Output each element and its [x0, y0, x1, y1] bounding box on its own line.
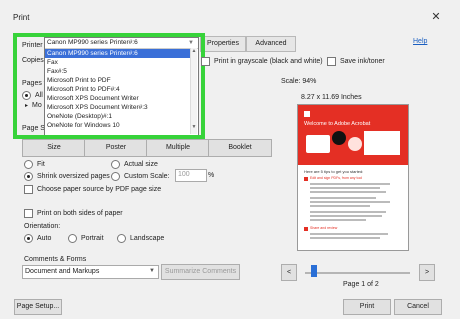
poster-button[interactable]: Poster — [84, 139, 148, 157]
page-size-label: 8.27 x 11.69 Inches — [301, 94, 362, 101]
save-ink-checkbox[interactable] — [327, 57, 336, 66]
preview-text-line — [310, 197, 376, 199]
next-page-button[interactable]: > — [419, 264, 435, 281]
custom-scale-radio[interactable] — [111, 172, 120, 181]
page-preview: Welcome to Adobe Acrobat Here are 5 tips… — [298, 105, 408, 250]
auto-radio[interactable] — [24, 234, 33, 243]
highlight-box — [13, 33, 205, 139]
landscape-option[interactable]: Landscape — [117, 234, 164, 243]
preview-text-line — [310, 215, 382, 217]
page-slider-track[interactable] — [305, 272, 410, 274]
tab-advanced[interactable]: Advanced — [246, 36, 296, 52]
both-sides-checkbox[interactable] — [24, 209, 33, 218]
preview-bullet — [304, 227, 308, 231]
shrink-radio[interactable] — [24, 172, 33, 181]
preview-tip: Edit and sign PDFs, from any tool — [310, 176, 363, 180]
save-ink-option[interactable]: Save ink/toner — [327, 57, 385, 66]
close-icon[interactable]: ✕ — [429, 10, 443, 24]
fit-option[interactable]: Fit — [24, 160, 45, 169]
preview-text-line — [310, 233, 388, 235]
preview-text-line — [310, 201, 390, 203]
page-setup-button[interactable]: Page Setup... — [14, 299, 62, 315]
preview-text-line — [310, 191, 386, 193]
both-sides-option[interactable]: Print on both sides of paper — [24, 209, 123, 218]
portrait-option[interactable]: Portrait — [68, 234, 104, 243]
tab-properties[interactable]: Properties — [200, 36, 246, 52]
preview-heading: Welcome to Adobe Acrobat — [304, 121, 371, 127]
paper-source-checkbox[interactable] — [24, 185, 33, 194]
multiple-button[interactable]: Multiple — [146, 139, 210, 157]
prev-page-button[interactable]: < — [281, 264, 297, 281]
print-button[interactable]: Print — [343, 299, 391, 315]
percent-label: % — [208, 172, 215, 179]
preview-text-line — [310, 183, 390, 185]
comments-forms-label: Comments & Forms — [24, 256, 87, 263]
summarize-comments-button[interactable]: Summarize Comments — [161, 264, 240, 280]
grayscale-checkbox[interactable] — [201, 57, 210, 66]
preview-text-line — [310, 205, 370, 207]
size-button[interactable]: Size — [22, 139, 86, 157]
booklet-button[interactable]: Booklet — [208, 139, 272, 157]
preview-card — [306, 135, 330, 153]
portrait-radio[interactable] — [68, 234, 77, 243]
title-bar: Print ✕ — [0, 0, 460, 34]
grayscale-option[interactable]: Print in grayscale (black and white) — [201, 57, 323, 66]
preview-subheading: Here are 5 tips to get you started: — [304, 169, 364, 174]
preview-text-line — [310, 237, 380, 239]
actual-size-option[interactable]: Actual size — [111, 160, 158, 169]
help-link[interactable]: Help — [413, 38, 427, 45]
shrink-option[interactable]: Shrink oversized pages — [24, 172, 110, 181]
auto-option[interactable]: Auto — [24, 234, 51, 243]
print-dialog: Print ✕ Help Properties Advanced Printer… — [0, 0, 460, 319]
page-slider-thumb[interactable] — [311, 265, 317, 277]
custom-scale-input[interactable]: 100 — [175, 169, 207, 182]
preview-text-line — [310, 187, 380, 189]
preview-text-line — [310, 219, 366, 221]
orientation-label: Orientation: — [24, 223, 61, 230]
actual-size-radio[interactable] — [111, 160, 120, 169]
preview-circle — [348, 137, 362, 151]
chevron-down-icon[interactable]: ▼ — [149, 268, 155, 274]
scale-label: Scale: 94% — [281, 78, 317, 85]
cancel-button[interactable]: Cancel — [394, 299, 442, 315]
preview-bullet — [304, 177, 308, 181]
preview-text-line — [310, 211, 386, 213]
preview-tip: Share and review — [310, 226, 338, 230]
fit-radio[interactable] — [24, 160, 33, 169]
paper-source-option[interactable]: Choose paper source by PDF page size — [24, 185, 161, 194]
landscape-radio[interactable] — [117, 234, 126, 243]
window-title: Print — [13, 13, 30, 22]
preview-card — [364, 131, 400, 155]
adobe-logo-icon — [304, 111, 310, 117]
preview-circle — [332, 131, 346, 145]
custom-scale-option[interactable]: Custom Scale: — [111, 172, 170, 181]
comments-select[interactable]: Document and Markups ▼ — [22, 265, 159, 279]
page-indicator: Page 1 of 2 — [343, 281, 379, 288]
